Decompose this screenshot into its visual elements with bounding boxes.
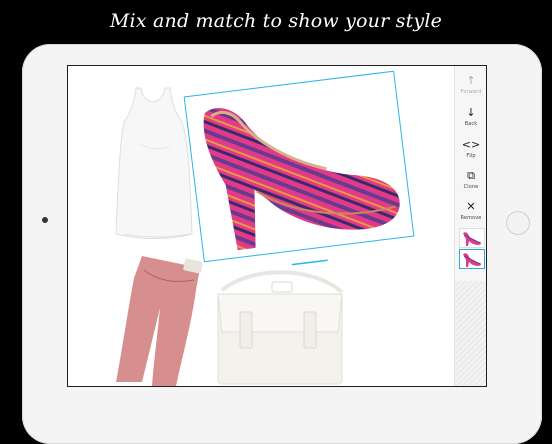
toolbar-empty-area <box>455 281 486 386</box>
outfit-canvas[interactable] <box>68 66 454 386</box>
back-label: Back <box>464 121 478 127</box>
tank-top-item[interactable] <box>110 84 196 242</box>
front-camera <box>42 217 48 223</box>
home-button[interactable] <box>506 211 530 235</box>
layer-thumb-2[interactable] <box>459 249 485 269</box>
selection-box[interactable] <box>183 70 415 266</box>
remove-button[interactable]: ✕ Remove <box>455 200 486 221</box>
toolbar: ↑ Forward ↓ Back <> Flip ⧉ Clone ✕ Remov… <box>454 66 486 386</box>
jeans-item[interactable] <box>104 250 208 386</box>
headline: Mix and match to show your style <box>109 10 443 32</box>
forward-button[interactable]: ↑ Forward <box>455 74 486 95</box>
clone-label: Clone <box>463 184 479 190</box>
clone-icon: ⧉ <box>467 169 475 182</box>
layer-thumb-1[interactable] <box>459 228 485 248</box>
back-button[interactable]: ↓ Back <box>455 106 486 127</box>
flip-label: Flip <box>466 153 476 159</box>
app-screen: ↑ Forward ↓ Back <> Flip ⧉ Clone ✕ Remov… <box>67 65 487 387</box>
arrow-down-icon: ↓ <box>466 106 476 119</box>
flip-icon: <> <box>461 138 481 151</box>
arrow-up-icon: ↑ <box>466 74 476 87</box>
clone-button[interactable]: ⧉ Clone <box>455 169 486 190</box>
remove-label: Remove <box>460 215 482 221</box>
forward-label: Forward <box>460 89 482 95</box>
close-icon: ✕ <box>466 200 476 213</box>
pink-pump-item[interactable] <box>185 72 414 261</box>
flip-button[interactable]: <> Flip <box>455 138 486 159</box>
satchel-bag-item[interactable] <box>212 262 352 386</box>
